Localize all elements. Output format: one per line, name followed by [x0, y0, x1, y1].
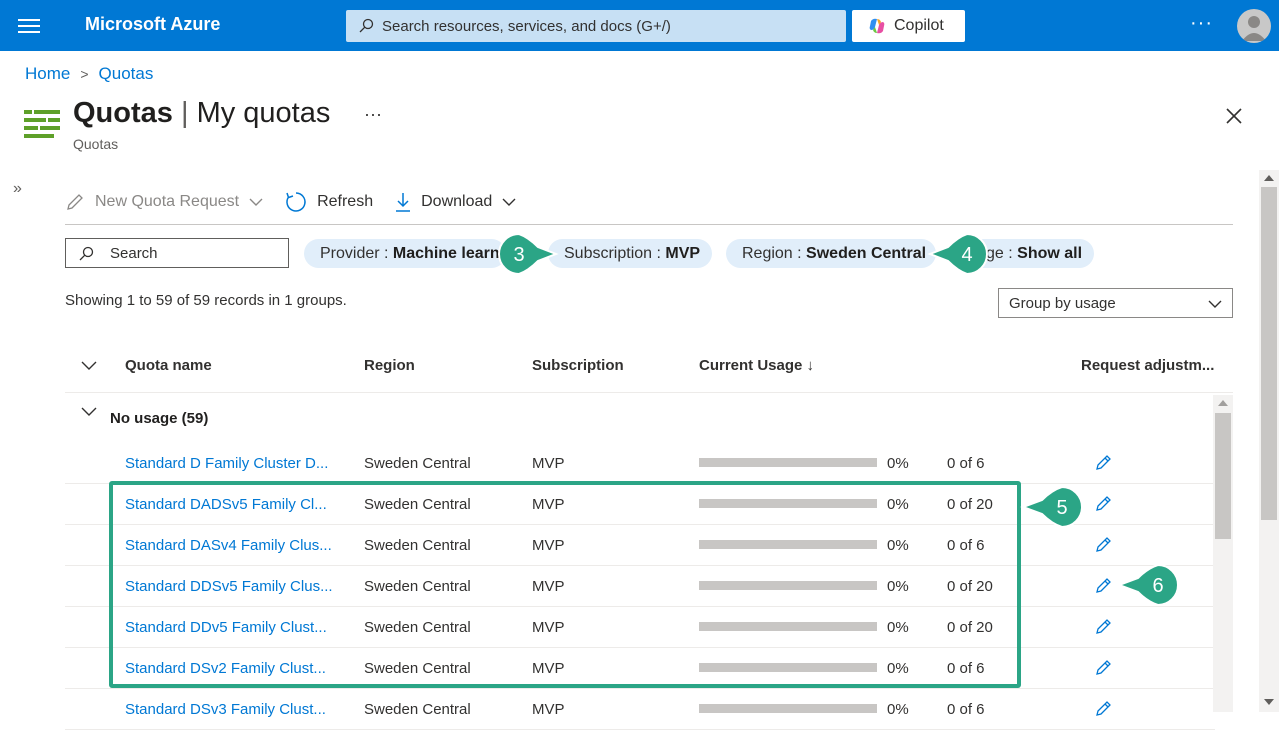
- chevron-down-icon: [249, 198, 263, 206]
- close-icon[interactable]: [1224, 106, 1244, 126]
- chevron-down-icon: [81, 407, 97, 416]
- table-row: Standard DSv3 Family Clust... Sweden Cent…: [65, 689, 1215, 730]
- usage-percent: 0%: [887, 455, 909, 472]
- download-button[interactable]: Download: [395, 191, 516, 213]
- scroll-up-icon[interactable]: [1217, 399, 1229, 407]
- chevron-right-icon: >: [80, 66, 89, 82]
- svg-text:3: 3: [513, 244, 524, 266]
- filter-search-input[interactable]: [110, 239, 280, 267]
- records-count: Showing 1 to 59 of 59 records in 1 group…: [65, 292, 347, 309]
- more-icon[interactable]: ···: [1190, 12, 1213, 35]
- brand-name[interactable]: Microsoft Azure: [85, 14, 220, 35]
- highlight-box: [109, 481, 1021, 688]
- col-quota-name[interactable]: Quota name: [125, 357, 212, 374]
- breadcrumb-quotas[interactable]: Quotas: [99, 64, 154, 84]
- top-bar: Microsoft Azure Copilot ···: [0, 0, 1279, 51]
- subscription-filter-pill[interactable]: Subscription : MVP: [548, 239, 712, 268]
- search-icon: [79, 246, 94, 261]
- copilot-label: Copilot: [894, 17, 944, 34]
- filter-search[interactable]: [65, 238, 289, 268]
- command-bar: New Quota Request Refresh Download: [65, 186, 538, 218]
- expand-sidebar-icon[interactable]: »: [13, 180, 22, 198]
- col-current-usage[interactable]: Current Usage ↓: [699, 357, 814, 374]
- usage-count: 0 of 6: [947, 455, 985, 472]
- region-filter-pill[interactable]: Region : Sweden Central: [726, 239, 936, 268]
- global-search[interactable]: [346, 10, 846, 42]
- edit-pencil-icon[interactable]: [1095, 494, 1113, 512]
- refresh-icon: [286, 192, 306, 212]
- title-more-icon[interactable]: ···: [364, 104, 382, 125]
- user-icon: [1242, 16, 1266, 41]
- quotas-icon: [24, 110, 60, 138]
- col-region[interactable]: Region: [364, 357, 415, 374]
- region-cell: Sweden Central: [364, 701, 471, 718]
- region-cell: Sweden Central: [364, 455, 471, 472]
- quota-name-link[interactable]: Standard D Family Cluster D...: [125, 455, 328, 472]
- svg-text:5: 5: [1056, 497, 1067, 519]
- page-scrollbar-thumb[interactable]: [1261, 187, 1277, 520]
- usage-bar: [699, 458, 877, 467]
- edit-pencil-icon[interactable]: [1095, 699, 1113, 717]
- chevron-down-icon: [502, 198, 516, 206]
- table-row: Standard D Family Cluster D... Sweden Cen…: [65, 443, 1215, 484]
- download-label: Download: [421, 193, 493, 210]
- copilot-icon: [869, 18, 885, 34]
- pencil-icon: [67, 194, 83, 210]
- copilot-button[interactable]: Copilot: [852, 10, 965, 42]
- refresh-button[interactable]: Refresh: [285, 191, 373, 213]
- callout-6: 6: [1116, 563, 1179, 607]
- edit-pencil-icon[interactable]: [1095, 453, 1113, 471]
- usage-percent: 0%: [887, 701, 909, 718]
- col-subscription[interactable]: Subscription: [532, 357, 624, 374]
- new-quota-request-button[interactable]: New Quota Request: [65, 192, 263, 212]
- download-icon: [396, 193, 411, 212]
- edit-pencil-icon[interactable]: [1095, 617, 1113, 635]
- scroll-up-icon[interactable]: [1263, 174, 1275, 182]
- subscription-cell: MVP: [532, 455, 565, 472]
- breadcrumb-home[interactable]: Home: [25, 64, 70, 84]
- group-by-dropdown[interactable]: Group by usage: [998, 288, 1233, 318]
- edit-pencil-icon[interactable]: [1095, 535, 1113, 553]
- page-title: Quotas | My quotas: [73, 97, 331, 129]
- callout-5: 5: [1020, 485, 1083, 529]
- chevron-down-icon: [1208, 300, 1222, 308]
- svg-text:6: 6: [1152, 575, 1163, 597]
- callout-4: 4: [927, 232, 988, 276]
- table-header: Quota name Region Subscription Current U…: [65, 345, 1233, 393]
- group-label: No usage (59): [110, 410, 209, 427]
- search-icon: [359, 18, 374, 33]
- breadcrumb: Home > Quotas: [25, 64, 153, 84]
- provider-filter-pill[interactable]: Provider : Machine learn: [304, 239, 506, 268]
- group-by-value: Group by usage: [1009, 295, 1116, 312]
- page-subtitle: Quotas: [73, 136, 119, 152]
- toolbar-divider: [65, 224, 1233, 225]
- avatar[interactable]: [1237, 9, 1271, 43]
- menu-icon[interactable]: [18, 15, 40, 35]
- table-scrollbar-thumb[interactable]: [1215, 413, 1231, 539]
- edit-pencil-icon[interactable]: [1095, 576, 1113, 594]
- quota-name-link[interactable]: Standard DSv3 Family Clust...: [125, 701, 326, 718]
- col-request-adjustment[interactable]: Request adjustm...: [1081, 357, 1214, 374]
- usage-count: 0 of 6: [947, 701, 985, 718]
- scroll-down-icon[interactable]: [1263, 698, 1275, 706]
- edit-pencil-icon[interactable]: [1095, 658, 1113, 676]
- refresh-label: Refresh: [317, 193, 374, 210]
- global-search-input[interactable]: [382, 10, 832, 42]
- svg-text:4: 4: [961, 244, 972, 266]
- subscription-cell: MVP: [532, 701, 565, 718]
- new-quota-request-label: New Quota Request: [95, 193, 240, 210]
- chevron-down-icon[interactable]: [81, 361, 97, 371]
- callout-3: 3: [498, 232, 559, 276]
